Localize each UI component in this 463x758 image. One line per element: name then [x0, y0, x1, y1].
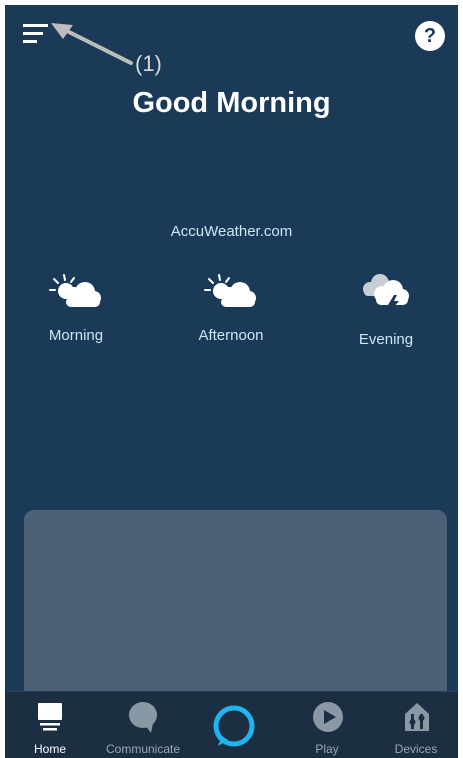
weather-source-link[interactable]: AccuWeather.com: [5, 223, 458, 240]
nav-home-label: Home: [33, 742, 66, 756]
greeting-title: Good Morning: [132, 87, 331, 119]
help-icon[interactable]: ?: [415, 21, 445, 51]
devices-icon: [405, 703, 429, 731]
annotation-arrow: [51, 23, 133, 65]
thunderstorm-icon: [363, 274, 409, 313]
nav-play-label: Play: [315, 742, 339, 756]
weather-period-label: Afternoon: [198, 327, 264, 344]
weather-morning[interactable]: Morning: [16, 273, 136, 344]
weather-period-label: Morning: [48, 327, 104, 344]
play-icon: [313, 702, 343, 732]
menu-icon[interactable]: [21, 21, 51, 47]
nav-communicate[interactable]: Communicate: [98, 692, 188, 758]
bottom-nav: Home Communicate Play Devices: [5, 691, 458, 758]
weather-period-label: Evening: [358, 331, 414, 348]
nav-alexa[interactable]: [187, 692, 277, 758]
annotation-label: (1): [135, 51, 162, 76]
nav-home[interactable]: Home: [5, 692, 95, 758]
nav-devices[interactable]: Devices: [371, 692, 458, 758]
nav-communicate-label: Communicate: [105, 742, 181, 756]
speech-bubble-icon: [129, 702, 157, 733]
nav-devices-label: Devices: [394, 742, 438, 756]
weather-afternoon[interactable]: Afternoon: [171, 273, 291, 344]
partly-sunny-icon: [204, 274, 256, 307]
partly-sunny-icon: [49, 274, 101, 307]
home-screen: (1) ? Good Morning AccuWeather.com Morni…: [5, 5, 458, 758]
nav-play[interactable]: Play: [282, 692, 372, 758]
weather-evening[interactable]: Evening: [326, 273, 446, 348]
home-icon: [38, 703, 62, 731]
alexa-ring-icon: [213, 705, 255, 747]
